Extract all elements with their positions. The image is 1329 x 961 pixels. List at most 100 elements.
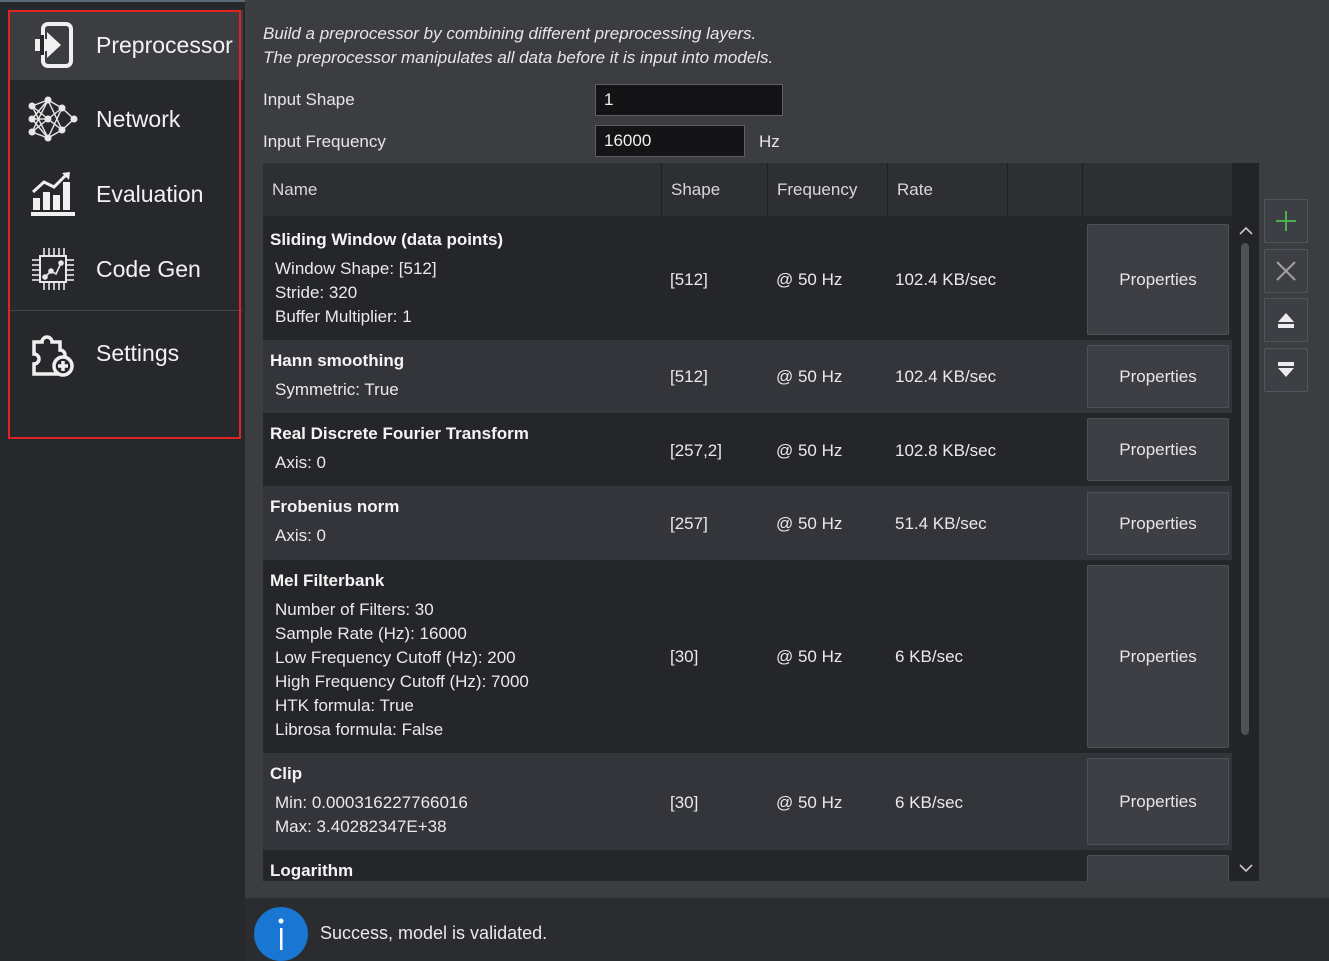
- column-header-shape[interactable]: Shape: [662, 163, 768, 216]
- layer-details: Number of Filters: 30 Sample Rate (Hz): …: [275, 598, 529, 742]
- column-header-name[interactable]: Name: [263, 163, 662, 216]
- column-header-rate[interactable]: Rate: [888, 163, 1008, 216]
- layer-details: Symmetric: True: [275, 378, 399, 402]
- column-header-frequency[interactable]: Frequency: [768, 163, 888, 216]
- detail-line: Min: 0.000316227766016: [275, 793, 468, 812]
- table-row[interactable]: Sliding Window (data points) Window Shap…: [263, 216, 1232, 340]
- status-bar: Success, model is validated.: [245, 898, 1329, 961]
- column-header-blank: [1008, 163, 1083, 216]
- login-icon: [26, 18, 80, 72]
- layer-rate: 102.4 KB/sec: [895, 270, 997, 289]
- properties-button[interactable]: Properties: [1087, 418, 1229, 481]
- table-row[interactable]: Mel Filterbank Number of Filters: 30 Sam…: [263, 560, 1232, 753]
- detail-line: Window Shape: [512]: [275, 259, 437, 278]
- chevron-up-icon[interactable]: [1238, 223, 1254, 239]
- layer-shape: [30]: [670, 647, 699, 666]
- table-row[interactable]: Hann smoothing Symmetric: True [512] @ 5…: [263, 340, 1232, 413]
- table-row[interactable]: Logarithm: [263, 850, 1232, 881]
- layer-shape: [30]: [670, 793, 699, 812]
- sidebar-item-label: Code Gen: [96, 255, 201, 282]
- column-header-actions: [1083, 163, 1232, 216]
- table-row[interactable]: Real Discrete Fourier Transform Axis: 0 …: [263, 413, 1232, 486]
- move-up-button[interactable]: [1264, 298, 1308, 342]
- properties-button[interactable]: Properties: [1087, 224, 1229, 335]
- detail-line: Axis: 0: [275, 526, 327, 545]
- layer-details: Min: 0.000316227766016 Max: 3.40282347E+…: [275, 791, 468, 839]
- layer-name: Hann smoothing: [270, 351, 405, 370]
- layer-details: Window Shape: [512] Stride: 320 Buffer M…: [275, 257, 437, 329]
- input-frequency-field[interactable]: [595, 125, 745, 157]
- properties-button[interactable]: Properties: [1087, 345, 1229, 408]
- detail-line: Sample Rate (Hz): 16000: [275, 624, 467, 643]
- sidebar-item-label: Network: [96, 105, 181, 132]
- detail-line: Number of Filters: 30: [275, 600, 434, 619]
- sidebar-item-label: Preprocessor: [96, 31, 233, 58]
- table-header: Name Shape Frequency Rate: [263, 163, 1232, 216]
- description-line: The preprocessor manipulates all data be…: [263, 48, 774, 67]
- detail-line: High Frequency Cutoff (Hz): 7000: [275, 672, 529, 691]
- neural-network-icon: [26, 92, 80, 146]
- layer-shape: [512]: [670, 270, 708, 289]
- input-frequency-label: Input Frequency: [263, 132, 386, 151]
- sidebar-item-evaluation[interactable]: Evaluation: [10, 159, 243, 229]
- sidebar-item-network[interactable]: Network: [10, 84, 243, 154]
- properties-button[interactable]: Properties: [1087, 758, 1229, 845]
- properties-button[interactable]: Properties: [1087, 565, 1229, 748]
- layer-shape: [512]: [670, 367, 708, 386]
- layer-rate: 51.4 KB/sec: [895, 514, 987, 533]
- input-shape-field[interactable]: [595, 84, 783, 116]
- description: Build a preprocessor by combining differ…: [263, 22, 773, 70]
- layer-name: Frobenius norm: [270, 497, 400, 516]
- sidebar-item-code-gen[interactable]: Code Gen: [10, 234, 243, 304]
- layer-rate: 6 KB/sec: [895, 647, 964, 666]
- spacer: [245, 881, 1329, 898]
- chip-icon: [26, 242, 80, 296]
- move-down-icon: [1278, 362, 1294, 377]
- move-up-icon: [1278, 313, 1294, 328]
- layer-details: Axis: 0: [275, 451, 326, 475]
- layer-name: Real Discrete Fourier Transform: [270, 424, 529, 443]
- layer-shape: [257,2]: [670, 441, 722, 460]
- close-icon: [1276, 261, 1296, 281]
- layer-shape: [257]: [670, 514, 708, 533]
- add-layer-button[interactable]: [1264, 199, 1308, 243]
- detail-line: Stride: 320: [275, 283, 358, 302]
- sidebar-divider: [10, 310, 243, 311]
- detail-line: Axis: 0: [275, 453, 327, 472]
- layer-rate: 6 KB/sec: [895, 793, 964, 812]
- properties-button[interactable]: Properties: [1087, 492, 1229, 555]
- frequency-unit: Hz: [759, 132, 780, 151]
- layer-frequency: @ 50 Hz: [776, 793, 843, 812]
- detail-line: Symmetric: True: [275, 380, 399, 399]
- info-icon: [254, 907, 308, 961]
- description-line: Build a preprocessor by combining differ…: [263, 24, 757, 43]
- sidebar-item-preprocessor[interactable]: Preprocessor: [10, 10, 243, 80]
- bar-chart-icon: [26, 167, 80, 221]
- sidebar-item-label: Settings: [96, 339, 180, 366]
- table-row[interactable]: Clip Min: 0.000316227766016 Max: 3.40282…: [263, 753, 1232, 850]
- scrollbar-thumb[interactable]: [1241, 243, 1249, 735]
- input-shape-label: Input Shape: [263, 90, 355, 109]
- layer-frequency: @ 50 Hz: [776, 270, 843, 289]
- plus-icon: [1276, 211, 1296, 231]
- layer-name: Mel Filterbank: [270, 571, 385, 590]
- detail-line: HTK formula: True: [275, 696, 414, 715]
- table-scrollbar[interactable]: [1232, 163, 1259, 881]
- chevron-down-icon[interactable]: [1238, 860, 1254, 876]
- detail-line: Max: 3.40282347E+38: [275, 817, 447, 836]
- layer-frequency: @ 50 Hz: [776, 367, 843, 386]
- move-down-button[interactable]: [1264, 348, 1308, 392]
- layer-name: Clip: [270, 764, 303, 783]
- layer-rate: 102.4 KB/sec: [895, 367, 997, 386]
- remove-layer-button[interactable]: [1264, 249, 1308, 293]
- layer-frequency: @ 50 Hz: [776, 514, 843, 533]
- puzzle-add-icon: [26, 326, 80, 380]
- sidebar-item-settings[interactable]: Settings: [10, 318, 243, 388]
- layers-table: Name Shape Frequency Rate Sliding Window…: [263, 163, 1232, 881]
- detail-line: Low Frequency Cutoff (Hz): 200: [275, 648, 516, 667]
- detail-line: Buffer Multiplier: 1: [275, 307, 412, 326]
- layer-name: Sliding Window (data points): [270, 230, 504, 249]
- properties-button[interactable]: [1087, 855, 1229, 881]
- layer-name: Logarithm: [270, 861, 354, 880]
- table-row[interactable]: Frobenius norm Axis: 0 [257] @ 50 Hz 51.…: [263, 486, 1232, 560]
